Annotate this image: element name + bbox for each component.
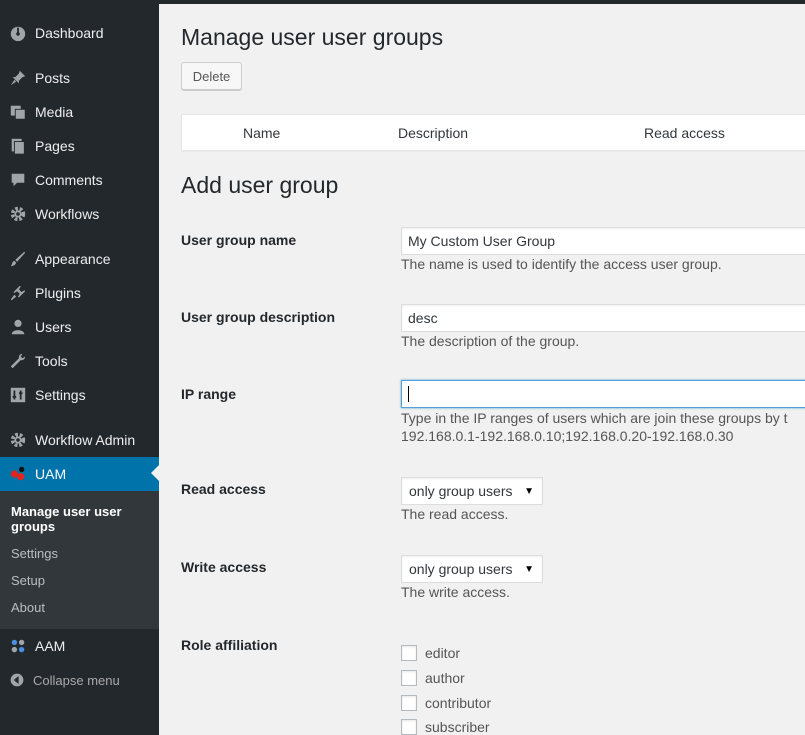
group-description-help: The description of the group. xyxy=(401,333,580,349)
sidebar-item-dashboard[interactable]: Dashboard xyxy=(0,16,159,50)
ip-range-label: IP range xyxy=(181,386,236,402)
ip-range-input[interactable] xyxy=(401,380,805,408)
role-affiliation-label: Role affiliation xyxy=(181,637,278,653)
aam-icon xyxy=(0,637,35,655)
sidebar-item-label: Dashboard xyxy=(35,25,104,41)
user-icon xyxy=(0,318,35,336)
collapse-arrow-icon xyxy=(0,672,33,688)
uam-submenu: Manage user user groups Settings Setup A… xyxy=(0,491,159,629)
sidebar-item-label: Appearance xyxy=(35,251,111,267)
submenu-item-manage-groups[interactable]: Manage user user groups xyxy=(11,504,151,534)
role-checkbox-contributor[interactable]: contributor xyxy=(401,695,491,711)
role-checkbox-subscriber[interactable]: subscriber xyxy=(401,719,490,735)
sidebar-item-label: Users xyxy=(35,319,72,335)
checkbox[interactable] xyxy=(401,670,417,686)
sidebar-item-posts[interactable]: Posts xyxy=(0,61,159,95)
checkbox[interactable] xyxy=(401,719,417,735)
role-label: contributor xyxy=(425,695,492,711)
page-title: Manage user user groups xyxy=(181,24,444,50)
wrench-icon xyxy=(0,352,35,370)
ip-range-example: 192.168.0.1-192.168.0.10;192.168.0.20-19… xyxy=(401,428,734,444)
sidebar-item-label: Posts xyxy=(35,70,71,86)
sidebar-item-label: Plugins xyxy=(35,285,81,301)
sidebar-item-label: AAM xyxy=(35,638,66,654)
sidebar-item-label: Workflow Admin xyxy=(35,432,136,448)
sidebar-item-label: Settings xyxy=(35,387,86,403)
dropdown-arrow-icon: ▼ xyxy=(524,486,534,497)
sidebar-item-label: UAM xyxy=(35,466,67,482)
sidebar-item-settings[interactable]: Settings xyxy=(0,378,159,412)
group-description-input[interactable]: desc xyxy=(401,304,805,332)
gear-icon xyxy=(0,205,35,223)
role-label: editor xyxy=(425,645,461,661)
sidebar-item-aam[interactable]: AAM xyxy=(0,629,159,663)
collapse-menu-button[interactable]: Collapse menu xyxy=(0,668,159,692)
column-header-description[interactable]: Description xyxy=(398,125,468,141)
sidebar-item-uam[interactable]: UAM xyxy=(0,457,159,491)
role-checkbox-editor[interactable]: editor xyxy=(401,645,460,661)
write-access-help: The write access. xyxy=(401,584,510,600)
submenu-item-settings[interactable]: Settings xyxy=(11,546,58,561)
column-header-read-access[interactable]: Read access xyxy=(644,125,725,141)
sidebar-item-users[interactable]: Users xyxy=(0,310,159,344)
group-name-label: User group name xyxy=(181,232,297,248)
role-checkbox-author[interactable]: author xyxy=(401,670,465,686)
plug-icon xyxy=(0,284,35,302)
write-access-select[interactable]: only group users ▼ xyxy=(401,555,543,583)
submenu-item-setup[interactable]: Setup xyxy=(11,573,45,588)
delete-button[interactable]: Delete xyxy=(181,62,242,90)
checkbox[interactable] xyxy=(401,695,417,711)
sidebar-item-tools[interactable]: Tools xyxy=(0,344,159,378)
add-group-title: Add user group xyxy=(181,172,339,198)
role-label: subscriber xyxy=(425,719,490,735)
sidebar-item-appearance[interactable]: Appearance xyxy=(0,242,159,276)
sidebar-item-label: Tools xyxy=(35,353,68,369)
checkbox[interactable] xyxy=(401,645,417,661)
column-header-name[interactable]: Name xyxy=(243,125,280,141)
user-groups-table-header: Name Description Read access xyxy=(181,114,805,151)
text-caret xyxy=(408,386,409,402)
comment-icon xyxy=(0,171,35,189)
brush-icon xyxy=(0,250,35,268)
sidebar-item-label: Comments xyxy=(35,172,103,188)
current-arrow xyxy=(151,465,159,481)
media-icon xyxy=(0,103,35,121)
sidebar-item-label: Pages xyxy=(35,138,75,154)
read-access-help: The read access. xyxy=(401,506,509,522)
read-access-label: Read access xyxy=(181,481,266,497)
sidebar-item-workflows[interactable]: Workflows xyxy=(0,197,159,231)
dropdown-arrow-icon: ▼ xyxy=(524,564,534,575)
group-name-help: The name is used to identify the access … xyxy=(401,256,722,272)
dashboard-icon xyxy=(0,24,35,42)
sidebar-item-media[interactable]: Media xyxy=(0,95,159,129)
role-label: author xyxy=(425,670,465,686)
ip-range-help: Type in the IP ranges of users which are… xyxy=(401,410,788,426)
gear-icon xyxy=(0,431,35,449)
sidebar-item-pages[interactable]: Pages xyxy=(0,129,159,163)
sidebar-item-label: Workflows xyxy=(35,206,100,222)
submenu-item-about[interactable]: About xyxy=(11,600,45,615)
settings-icon xyxy=(0,386,35,404)
pages-icon xyxy=(0,137,35,155)
sidebar-item-label: Media xyxy=(35,104,74,120)
write-access-label: Write access xyxy=(181,559,267,575)
group-name-input[interactable]: My Custom User Group xyxy=(401,227,805,255)
write-access-selected: only group users xyxy=(409,561,513,577)
sidebar-item-plugins[interactable]: Plugins xyxy=(0,276,159,310)
uam-icon xyxy=(0,465,35,483)
group-description-label: User group description xyxy=(181,309,336,325)
sidebar-item-comments[interactable]: Comments xyxy=(0,163,159,197)
read-access-select[interactable]: only group users ▼ xyxy=(401,477,543,505)
read-access-selected: only group users xyxy=(409,483,513,499)
sidebar-item-workflow-admin[interactable]: Workflow Admin xyxy=(0,423,159,457)
admin-sidebar: Dashboard Posts Media Pages Comments Wor… xyxy=(0,0,159,735)
collapse-menu-label: Collapse menu xyxy=(33,672,120,688)
pin-icon xyxy=(0,69,35,87)
